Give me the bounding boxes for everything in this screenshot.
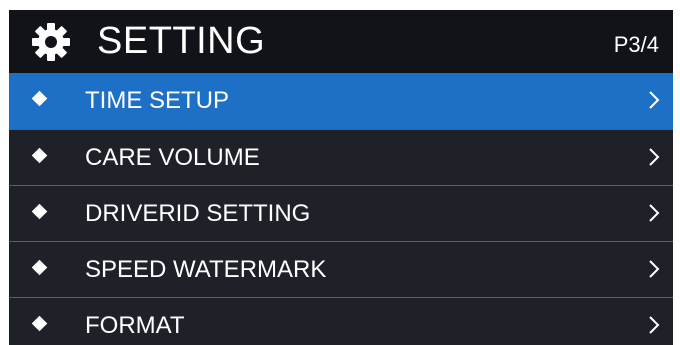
menu-item-care-volume[interactable]: CARE VOLUME: [9, 129, 673, 185]
bullet-diamond-icon: [31, 147, 48, 164]
chevron-right-icon: [649, 91, 660, 109]
bullet-diamond-icon: [31, 259, 48, 276]
menu-item-driverid-setting[interactable]: DRIVERID SETTING: [9, 185, 673, 241]
chevron-right-icon: [649, 260, 660, 278]
bullet-diamond-icon: [31, 203, 48, 220]
menu-item-speed-watermark[interactable]: SPEED WATERMARK: [9, 241, 673, 297]
menu-item-time-setup[interactable]: TIME SETUP: [9, 73, 673, 129]
menu-item-label: TIME SETUP: [85, 87, 230, 114]
menu-item-label: FORMAT: [85, 312, 185, 339]
bullet-diamond-icon: [31, 315, 48, 332]
chevron-right-icon: [649, 316, 660, 334]
page-title: SETTING: [97, 20, 266, 62]
chevron-right-icon: [649, 204, 660, 222]
settings-menu: TIME SETUP CARE VOLUME DRIVERID SETTING …: [9, 73, 673, 345]
header-bar: SETTING P3/4: [9, 10, 673, 73]
page-indicator: P3/4: [613, 32, 659, 57]
menu-item-format[interactable]: FORMAT: [9, 297, 673, 345]
chevron-right-icon: [649, 148, 660, 166]
settings-screen: SETTING P3/4 TIME SETUP CARE VOLUME DRIV…: [9, 10, 673, 345]
menu-item-label: SPEED WATERMARK: [85, 256, 327, 283]
menu-item-label: CARE VOLUME: [85, 144, 260, 171]
gear-icon: [32, 23, 70, 61]
menu-item-label: DRIVERID SETTING: [85, 200, 311, 227]
bullet-diamond-icon: [31, 90, 48, 107]
